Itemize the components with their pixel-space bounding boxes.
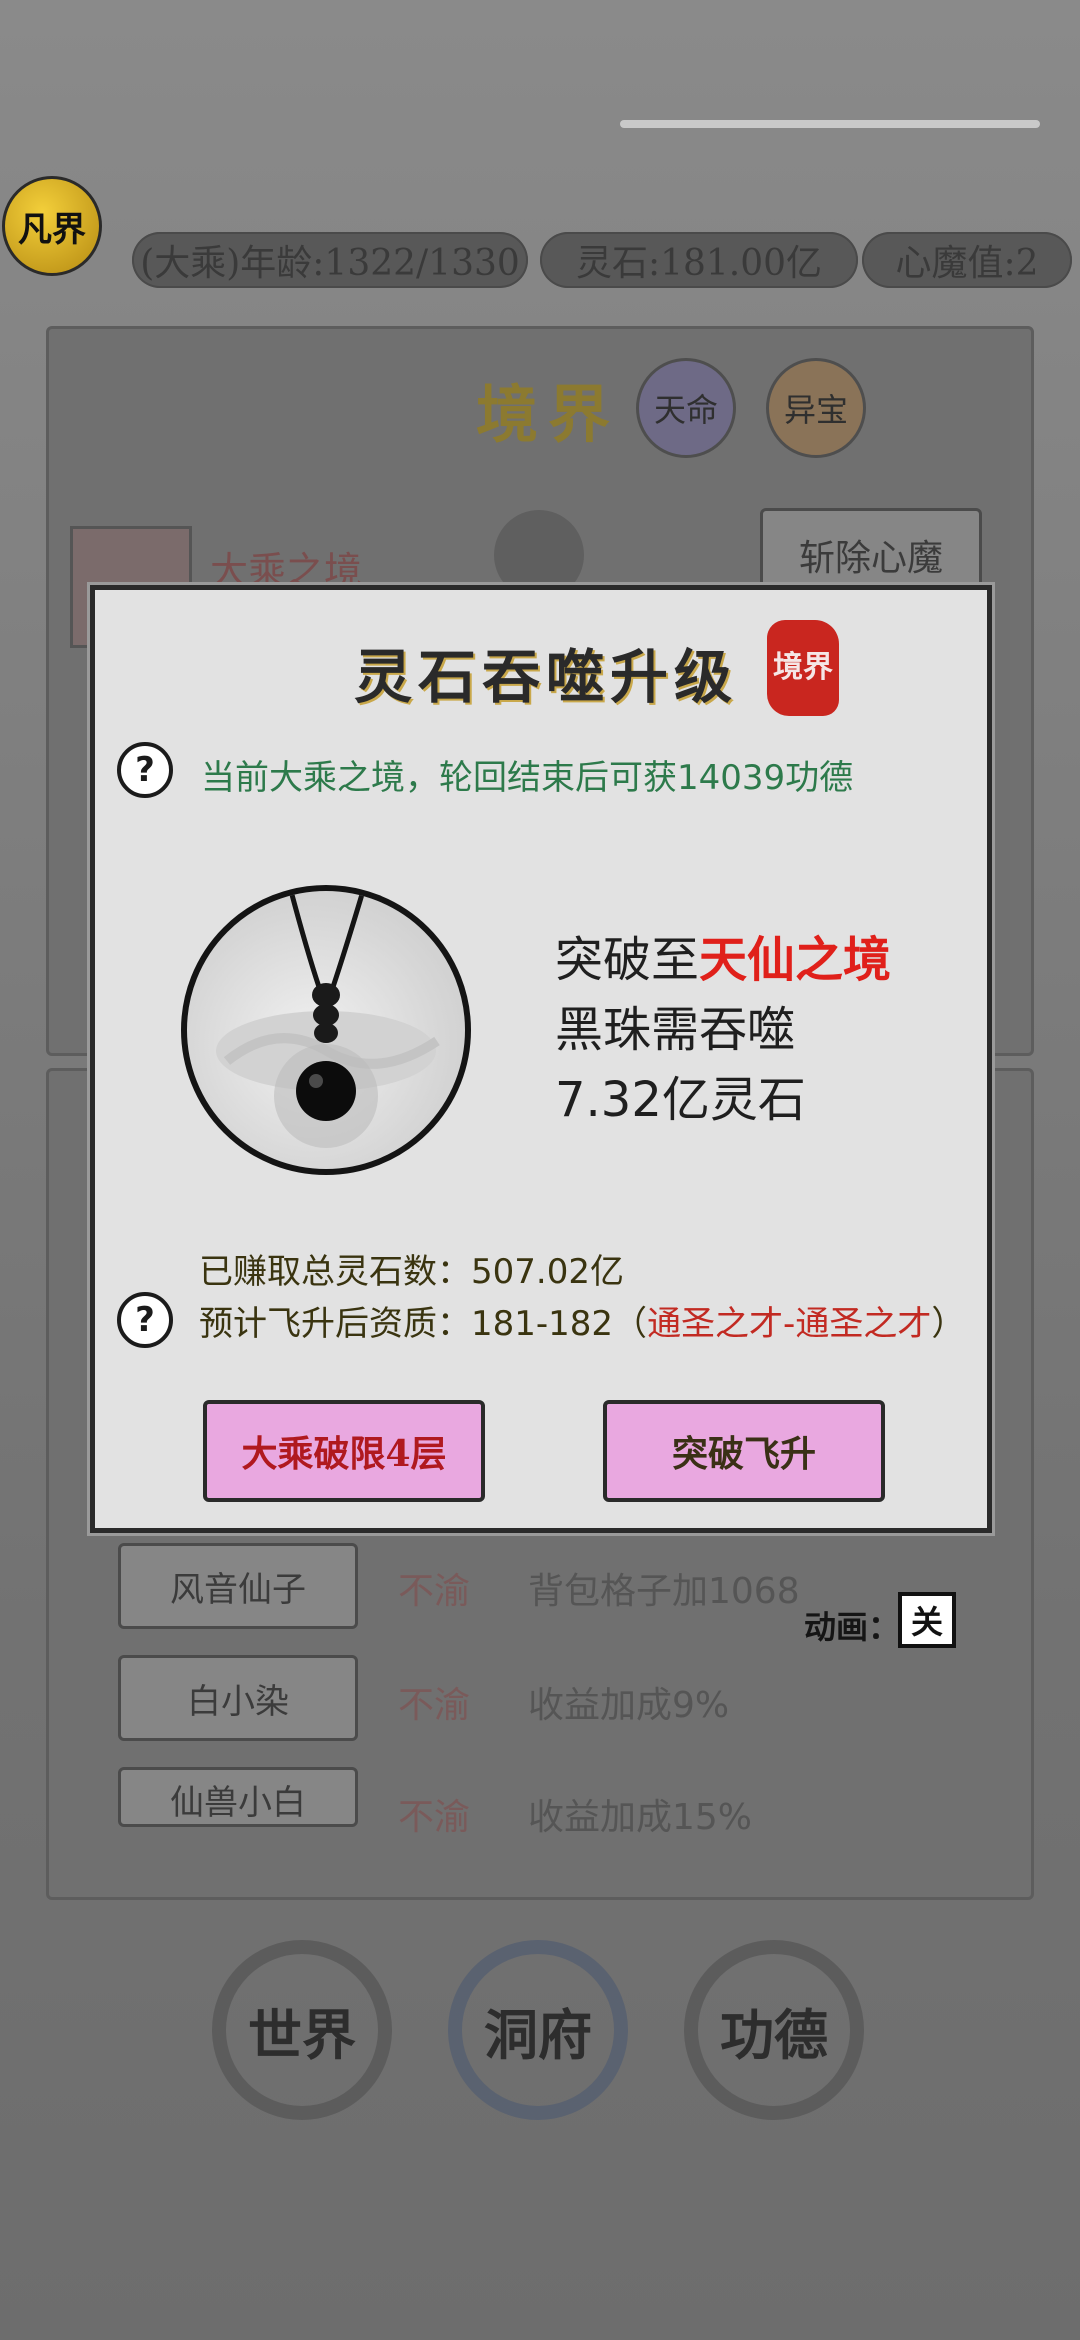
help-icon[interactable]: ? bbox=[117, 1292, 173, 1348]
ascend-button[interactable]: 突破飞升 bbox=[603, 1400, 885, 1502]
heart-demon-label: 心魔值:2 bbox=[895, 243, 1039, 284]
pendant-icon bbox=[216, 891, 440, 1148]
consume-line: 黑珠需吞噬 bbox=[555, 1002, 796, 1058]
avatar[interactable]: 凡界 bbox=[2, 176, 102, 276]
realm-title: 境界 bbox=[476, 378, 621, 451]
animation-toggle-label: 关 bbox=[910, 1603, 943, 1641]
nav-merit-label: 功德 bbox=[720, 2002, 828, 2067]
spirit-stone-pill: 灵石:181.00亿 bbox=[540, 232, 858, 288]
spirit-stone-label: 灵石:181.00亿 bbox=[575, 243, 823, 284]
merit-info: 当前大乘之境，轮回结束后可获14039功德 bbox=[201, 758, 854, 798]
age-pill: (大乘)年龄:1322/1330 bbox=[132, 232, 528, 288]
companion-name: 白小染 bbox=[187, 1681, 289, 1722]
breakthrough-target: 天仙之境 bbox=[699, 932, 892, 988]
tab-yibao[interactable]: 异宝 bbox=[766, 358, 866, 458]
tab-tianming-label: 天命 bbox=[653, 391, 718, 429]
companion-name: 仙兽小白 bbox=[170, 1783, 306, 1823]
companion-card[interactable]: 风音仙子 bbox=[118, 1543, 358, 1629]
companion-card[interactable]: 仙兽小白 bbox=[118, 1767, 358, 1827]
animation-toggle[interactable]: 关 bbox=[898, 1592, 956, 1648]
nav-world-button[interactable]: 世界 bbox=[212, 1940, 392, 2120]
ascend-label: 突破飞升 bbox=[671, 1433, 816, 1475]
expected-quality-suffix: ） bbox=[931, 1304, 966, 1344]
upgrade-modal: 灵石吞噬升级 境界 ? 当前大乘之境，轮回结束后可获14039功德 突破至天仙之… bbox=[90, 585, 992, 1533]
heart-demon-pill: 心魔值:2 bbox=[862, 232, 1072, 288]
expected-quality: 预计飞升后资质：181-182（通圣之才-通圣之才） bbox=[199, 1296, 965, 1345]
status-indicator-line bbox=[620, 120, 1040, 128]
companion-status: 不渝 bbox=[398, 1797, 471, 1838]
expected-quality-prefix: 预计飞升后资质：181-182（ bbox=[199, 1304, 648, 1344]
break-limit-label: 大乘破限4层 bbox=[241, 1433, 447, 1475]
nav-cave-label: 洞府 bbox=[484, 2002, 592, 2067]
nav-world-label: 世界 bbox=[248, 2002, 356, 2067]
companion-bonus: 收益加成9% bbox=[528, 1685, 730, 1726]
expected-quality-range: 通圣之才-通圣之才 bbox=[647, 1304, 932, 1344]
earned-total: 已赚取总灵石数：507.02亿 bbox=[199, 1252, 624, 1292]
companion-bonus: 背包格子加1068 bbox=[528, 1571, 800, 1612]
tab-yibao-label: 异宝 bbox=[783, 391, 848, 429]
cost-line: 7.32亿灵石 bbox=[555, 1072, 806, 1128]
nav-merit-button[interactable]: 功德 bbox=[684, 1940, 864, 2120]
black-pearl-image bbox=[181, 885, 471, 1175]
companion-card[interactable]: 白小染 bbox=[118, 1655, 358, 1741]
companion-status: 不渝 bbox=[398, 1685, 471, 1726]
animation-label: 动画： bbox=[804, 1608, 901, 1646]
companion-name: 风音仙子 bbox=[170, 1569, 306, 1610]
nav-cave-button[interactable]: 洞府 bbox=[448, 1940, 628, 2120]
age-label: (大乘)年龄:1322/1330 bbox=[140, 243, 520, 284]
breakthrough-line: 突破至天仙之境 bbox=[555, 920, 891, 990]
break-limit-button[interactable]: 大乘破限4层 bbox=[203, 1400, 485, 1502]
slay-demon-label: 斩除心魔 bbox=[798, 538, 943, 579]
realm-seal-icon: 境界 bbox=[767, 620, 839, 716]
modal-title: 灵石吞噬升级 bbox=[353, 643, 738, 711]
tab-tianming[interactable]: 天命 bbox=[636, 358, 736, 458]
companion-bonus: 收益加成15% bbox=[528, 1797, 753, 1838]
companion-status: 不渝 bbox=[398, 1571, 471, 1612]
seal-text: 境界 bbox=[773, 650, 833, 686]
help-icon[interactable]: ? bbox=[117, 742, 173, 798]
breakthrough-prefix: 突破至 bbox=[555, 932, 700, 988]
